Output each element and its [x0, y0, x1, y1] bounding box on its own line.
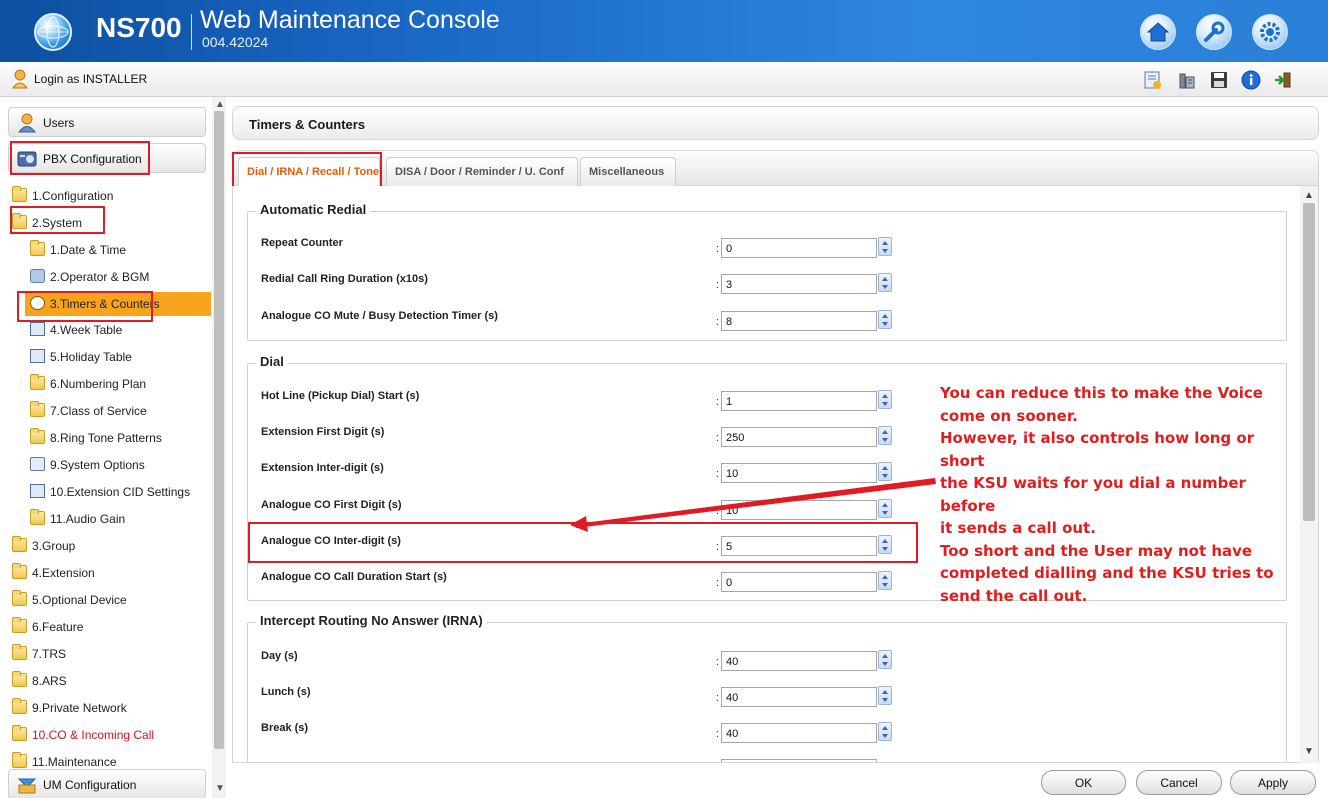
cancel-button[interactable]: Cancel	[1136, 770, 1222, 795]
annotation-line: send the call out.	[940, 586, 1088, 605]
apply-button[interactable]: Apply	[1230, 770, 1316, 795]
app-window: NS700 Web Maintenance Console 004.42024	[0, 0, 1328, 798]
annotation-line: come on sooner.	[940, 406, 1078, 425]
annotation-line: it sends a call out.	[940, 519, 1096, 537]
annotation-line: completed dialling and the KSU tries to	[940, 564, 1274, 582]
annotation-line: However, it also controls how long or sh…	[940, 429, 1255, 470]
annotation-line: Too short and the User may not have	[940, 541, 1253, 560]
annotation-note: You can reduce this to make the Voice co…	[940, 382, 1300, 607]
annotation-line: You can reduce this to make the Voice	[940, 384, 1263, 402]
annotation-line: the KSU waits for you dial a number befo…	[940, 474, 1246, 515]
ok-button[interactable]: OK	[1041, 770, 1126, 795]
